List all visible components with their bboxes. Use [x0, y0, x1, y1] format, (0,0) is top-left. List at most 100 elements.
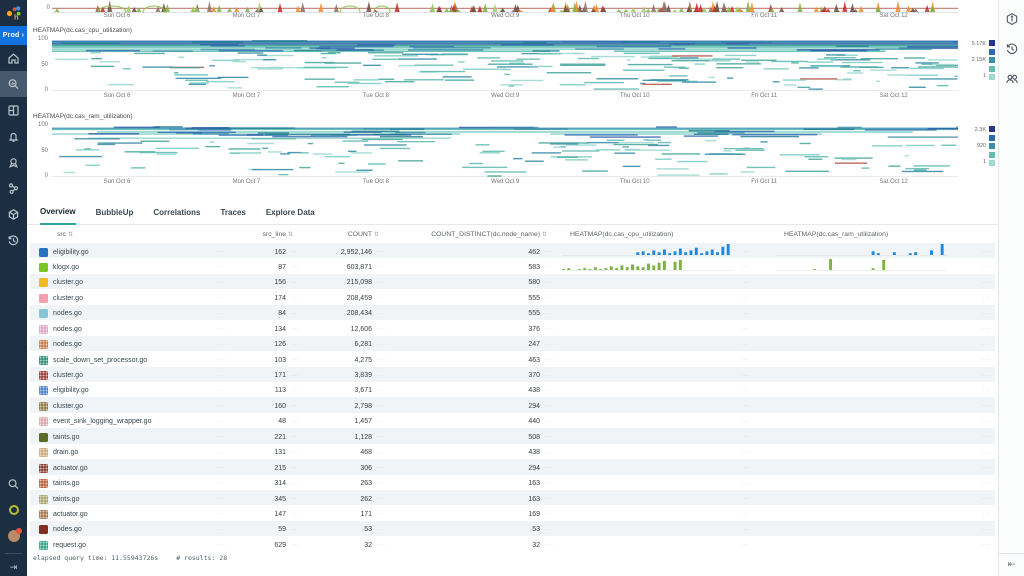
row-menu-dots[interactable]: ···	[372, 295, 394, 301]
table-row[interactable]: cluster.go···171···3,839···370·········	[30, 367, 995, 382]
row-menu-dots[interactable]: ···	[286, 388, 308, 394]
row-menu-dots[interactable]: ···	[540, 527, 562, 533]
row-menu-dots[interactable]: ···	[950, 388, 995, 394]
row-menu-dots[interactable]: ···	[212, 450, 234, 456]
row-menu-dots[interactable]: ···	[372, 419, 394, 425]
row-menu-dots[interactable]: ···	[212, 264, 234, 270]
row-menu-dots[interactable]: ···	[950, 542, 995, 548]
row-menu-dots[interactable]: ···	[950, 357, 995, 363]
row-menu-dots[interactable]: ···	[736, 342, 776, 348]
row-menu-dots[interactable]: ···	[372, 403, 394, 409]
row-menu-dots[interactable]: ···	[212, 342, 234, 348]
row-menu-dots[interactable]: ···	[286, 342, 308, 348]
row-menu-dots[interactable]: ···	[372, 465, 394, 471]
row-menu-dots[interactable]: ···	[212, 388, 234, 394]
table-row[interactable]: cluster.go···160···2,798···294·········	[30, 397, 995, 412]
cpu-heatmap-spark[interactable]	[562, 536, 736, 554]
row-menu-dots[interactable]: ···	[372, 326, 394, 332]
row-menu-dots[interactable]: ···	[540, 373, 562, 379]
row-menu-dots[interactable]: ···	[372, 434, 394, 440]
nav-history-icon[interactable]	[0, 227, 27, 253]
table-row[interactable]: eligibility.go···113···3,671···438······…	[30, 382, 995, 397]
row-menu-dots[interactable]: ···	[540, 264, 562, 270]
row-menu-dots[interactable]: ···	[286, 542, 308, 548]
tab-explore-data[interactable]: Explore Data	[266, 208, 315, 224]
table-row[interactable]: nodes.go···134···12,606···376·········	[30, 320, 995, 335]
row-menu-dots[interactable]: ···	[736, 326, 776, 332]
row-menu-dots[interactable]: ···	[950, 249, 995, 255]
row-menu-dots[interactable]: ···	[286, 419, 308, 425]
table-row[interactable]: taints.go···314···263···163·········	[30, 475, 995, 490]
row-menu-dots[interactable]: ···	[372, 527, 394, 533]
row-menu-dots[interactable]: ···	[540, 388, 562, 394]
row-menu-dots[interactable]: ···	[212, 311, 234, 317]
row-menu-dots[interactable]: ···	[540, 434, 562, 440]
sort-icon[interactable]: ⇅	[68, 232, 73, 238]
row-menu-dots[interactable]: ···	[540, 357, 562, 363]
row-menu-dots[interactable]: ···	[286, 295, 308, 301]
row-menu-dots[interactable]: ···	[286, 434, 308, 440]
row-menu-dots[interactable]: ···	[212, 527, 234, 533]
row-menu-dots[interactable]: ···	[212, 326, 234, 332]
row-menu-dots[interactable]: ···	[212, 481, 234, 487]
row-menu-dots[interactable]: ···	[212, 280, 234, 286]
row-menu-dots[interactable]: ···	[736, 280, 776, 286]
row-menu-dots[interactable]: ···	[372, 511, 394, 517]
row-menu-dots[interactable]: ···	[212, 373, 234, 379]
row-menu-dots[interactable]: ···	[950, 403, 995, 409]
sort-icon[interactable]: ⇅	[542, 232, 547, 238]
row-menu-dots[interactable]: ···	[540, 481, 562, 487]
table-row[interactable]: cluster.go···174···208,459···555········…	[30, 289, 995, 304]
row-menu-dots[interactable]: ···	[372, 450, 394, 456]
table-row[interactable]: scale_down_set_processor.go···103···4,27…	[30, 351, 995, 366]
row-menu-dots[interactable]: ···	[212, 249, 234, 255]
row-menu-dots[interactable]: ···	[212, 465, 234, 471]
nav-home-icon[interactable]	[0, 45, 27, 71]
row-menu-dots[interactable]: ···	[372, 311, 394, 317]
row-menu-dots[interactable]: ···	[950, 311, 995, 317]
row-menu-dots[interactable]: ···	[212, 295, 234, 301]
row-menu-dots[interactable]: ···	[950, 326, 995, 332]
table-row[interactable]: taints.go···221···1,128···508·········	[30, 428, 995, 443]
row-menu-dots[interactable]: ···	[736, 434, 776, 440]
row-menu-dots[interactable]: ···	[286, 311, 308, 317]
row-menu-dots[interactable]: ···	[212, 434, 234, 440]
row-menu-dots[interactable]: ···	[372, 280, 394, 286]
row-menu-dots[interactable]: ···	[736, 542, 776, 548]
col-header-heatmap-ram[interactable]: HEATMAP(dc.cas_ram_utilization)	[776, 231, 950, 238]
table-row[interactable]: eligibility.go···162···2,952,146···462··…	[30, 243, 995, 258]
row-menu-dots[interactable]: ···	[736, 527, 776, 533]
row-menu-dots[interactable]: ···	[212, 419, 234, 425]
honeycomb-logo-icon[interactable]: h	[0, 0, 27, 26]
ram-heatmap-spark[interactable]	[776, 536, 950, 554]
row-menu-dots[interactable]: ···	[540, 249, 562, 255]
count-chart-plot[interactable]	[52, 0, 958, 13]
row-menu-dots[interactable]: ···	[736, 311, 776, 317]
info-icon[interactable]	[1005, 12, 1019, 31]
tab-bubbleup[interactable]: BubbleUp	[96, 208, 134, 224]
row-menu-dots[interactable]: ···	[950, 465, 995, 471]
table-row[interactable]: nodes.go···126···6,281···247·········	[30, 336, 995, 351]
table-row[interactable]: klogx.go···87···603,871···583·········	[30, 258, 995, 273]
row-menu-dots[interactable]: ···	[736, 295, 776, 301]
row-menu-dots[interactable]: ···	[950, 280, 995, 286]
row-menu-dots[interactable]: ···	[736, 249, 776, 255]
row-menu-dots[interactable]: ···	[540, 542, 562, 548]
nav-alerts-icon[interactable]	[0, 123, 27, 149]
nav-slos-icon[interactable]	[0, 149, 27, 175]
row-menu-dots[interactable]: ···	[950, 419, 995, 425]
row-menu-dots[interactable]: ···	[212, 357, 234, 363]
row-menu-dots[interactable]: ···	[950, 434, 995, 440]
row-menu-dots[interactable]: ···	[736, 419, 776, 425]
nav-environments-icon[interactable]	[0, 201, 27, 227]
row-menu-dots[interactable]: ···	[950, 496, 995, 502]
table-row[interactable]: event_sink_logging_wrapper.go···48···1,4…	[30, 413, 995, 428]
row-menu-dots[interactable]: ···	[736, 481, 776, 487]
collapse-panel-icon[interactable]: ⇤	[1008, 559, 1016, 576]
user-avatar[interactable]	[0, 523, 27, 549]
table-row[interactable]: actuator.go···215···306···294·········	[30, 459, 995, 474]
row-menu-dots[interactable]: ···	[540, 511, 562, 517]
row-menu-dots[interactable]: ···	[286, 373, 308, 379]
tab-correlations[interactable]: Correlations	[153, 208, 200, 224]
table-row[interactable]: nodes.go···84···208,434···555·········	[30, 305, 995, 320]
